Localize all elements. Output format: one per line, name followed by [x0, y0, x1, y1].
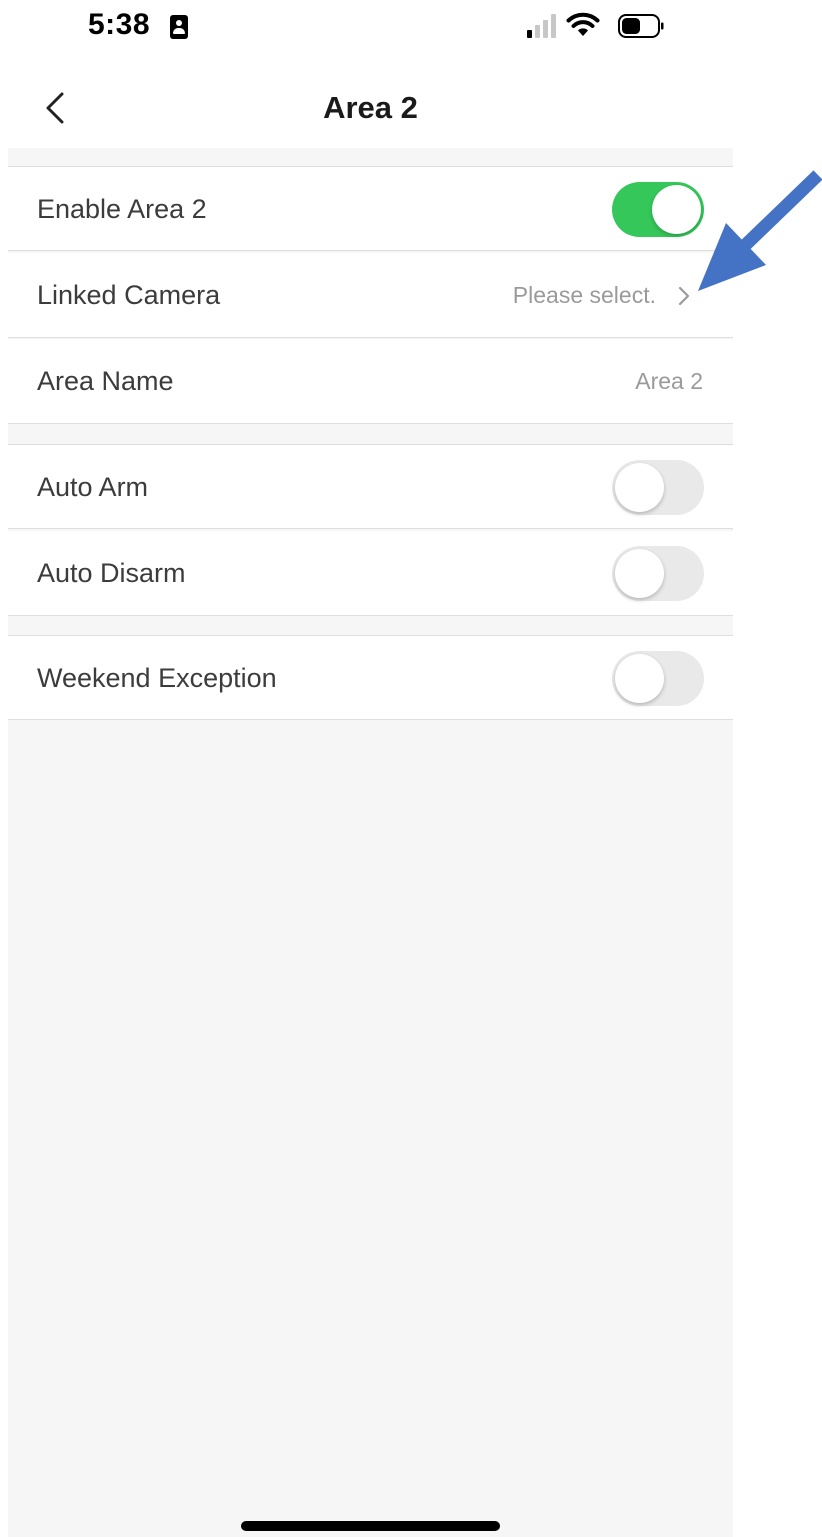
auto-arm-row[interactable]: Auto Arm — [8, 444, 733, 529]
battery-icon — [618, 14, 664, 38]
area-name-value: Area 2 — [635, 368, 703, 394]
weekend-exception-toggle[interactable] — [612, 651, 704, 706]
annotation-arrow-icon — [698, 170, 822, 291]
home-indicator[interactable] — [241, 1521, 500, 1531]
auto-disarm-row[interactable]: Auto Disarm — [8, 531, 733, 616]
toggle-knob — [615, 654, 664, 703]
weekend-exception-row[interactable]: Weekend Exception — [8, 635, 733, 720]
toggle-knob — [615, 549, 664, 598]
cellular-signal-icon — [527, 14, 556, 38]
contact-card-icon — [170, 15, 188, 39]
linked-camera-row[interactable]: Linked Camera Please select. — [8, 253, 733, 338]
toggle-knob — [615, 463, 664, 512]
settings-screen: 5:38 Area 2 Enable Area 2 Linked Camera … — [8, 0, 733, 1537]
weekend-exception-label: Weekend Exception — [37, 663, 277, 693]
linked-camera-value: Please select. — [512, 282, 656, 308]
wifi-icon — [566, 12, 600, 36]
auto-arm-label: Auto Arm — [37, 472, 149, 502]
enable-area-row[interactable]: Enable Area 2 — [8, 166, 733, 251]
auto-arm-toggle[interactable] — [612, 460, 704, 515]
area-name-row[interactable]: Area Name Area 2 — [8, 339, 733, 424]
linked-camera-label: Linked Camera — [37, 280, 221, 310]
auto-disarm-toggle[interactable] — [612, 546, 704, 601]
area-name-label: Area Name — [37, 366, 174, 396]
enable-area-label: Enable Area 2 — [37, 194, 207, 224]
page-title: Area 2 — [323, 90, 418, 125]
status-time: 5:38 — [88, 8, 151, 41]
auto-disarm-label: Auto Disarm — [37, 558, 186, 588]
